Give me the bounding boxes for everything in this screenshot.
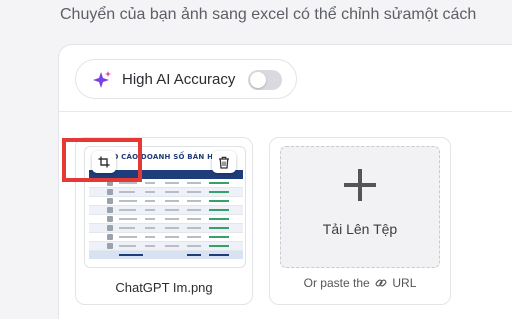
paste-url-text[interactable]: Or paste the URL [270,276,450,290]
page: Chuyển của bạn ảnh sang excel có thể chỉ… [0,0,512,319]
paste-suffix: URL [392,276,417,290]
sheet-row [89,242,243,251]
delete-button[interactable] [212,151,236,173]
sheet-row [89,215,243,224]
divider [59,111,512,112]
trash-icon [219,156,229,169]
accuracy-label: High AI Accuracy [122,71,236,88]
plus-icon [344,169,376,201]
upload-dropzone[interactable]: Tải Lên Tệp [280,146,440,268]
accuracy-toggle[interactable] [248,70,282,90]
accuracy-option[interactable]: High AI Accuracy [75,59,297,99]
instruction-text: Chuyển của bạn ảnh sang excel có thể chỉ… [60,6,477,23]
sheet-row [89,224,243,233]
upload-label: Tải Lên Tệp [322,221,398,237]
highlight-box [62,138,142,182]
sparkle-icon [93,71,111,88]
toggle-knob [250,72,266,88]
sheet-row [89,197,243,206]
sheet-total-row [89,251,243,259]
sheet-row [89,206,243,215]
file-name: ChatGPT Im.png [115,280,213,295]
link-icon [375,279,387,287]
upload-card: Tải Lên Tệp Or paste the URL [269,137,451,305]
paste-prefix: Or paste the [303,276,370,290]
sheet-row [89,188,243,197]
sheet-row [89,233,243,242]
